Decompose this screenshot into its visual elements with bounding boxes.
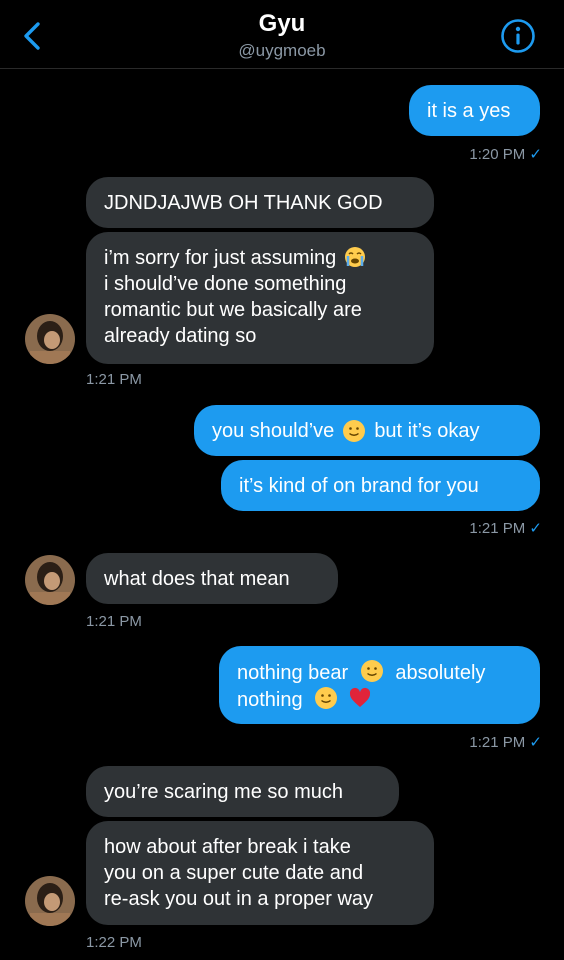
info-icon[interactable] [500, 18, 536, 54]
read-check-icon: ✓ [529, 734, 542, 751]
incoming-message[interactable]: JDNDJAJWB OH THANK GOD [86, 177, 434, 228]
message-text-line: romantic but we basically are [104, 299, 362, 321]
message-timestamp: 1:22 PM [86, 934, 142, 951]
avatar[interactable] [25, 876, 75, 926]
message-text: you should’ve [212, 419, 335, 442]
conversation-handle: @uygmoeb [238, 41, 326, 60]
message-text-line: re-ask you out in a proper way [104, 888, 374, 910]
avatar[interactable] [25, 314, 75, 364]
outgoing-message[interactable]: it’s kind of on brand for you [221, 460, 540, 511]
message-text-line: you on a super cute date and [104, 862, 364, 884]
slightly-smiling-face-emoji [315, 687, 338, 709]
message-text-line: nothing bear [237, 662, 349, 684]
message-timestamp: 1:21 PM [86, 613, 142, 630]
message-text: JDNDJAJWB OH THANK GOD [104, 191, 383, 214]
message-text-line: absolutely [395, 662, 486, 684]
message-text-line: i should’ve done something [104, 273, 347, 295]
outgoing-message[interactable]: it is a yes [409, 85, 540, 136]
message-text-line: already dating so [104, 325, 257, 347]
message-text: what does that mean [104, 567, 290, 590]
outgoing-message[interactable]: you should’ve but it’s okay [194, 405, 540, 456]
outgoing-message[interactable]: nothing bear absolutely nothing [219, 646, 540, 724]
chat-header: Gyu @uygmoeb [0, 0, 564, 69]
conversation-title[interactable]: Gyu [0, 10, 564, 38]
incoming-message[interactable]: how about after break i take you on a su… [86, 821, 434, 925]
message-text-line: how about after break i take [104, 836, 351, 858]
message-timestamp: 1:21 PM ✓ [469, 520, 542, 537]
message-text: it’s kind of on brand for you [239, 474, 479, 497]
read-check-icon: ✓ [529, 146, 542, 163]
message-text-line: i’m sorry for just assuming [104, 247, 337, 269]
slightly-smiling-face-emoji [360, 660, 383, 682]
incoming-message[interactable]: i’m sorry for just assuming i should’ve … [86, 232, 434, 364]
read-check-icon: ✓ [529, 520, 542, 537]
message-text: it is a yes [427, 99, 511, 122]
message-text: you’re scaring me so much [104, 780, 343, 803]
message-timestamp: 1:20 PM ✓ [469, 146, 542, 163]
message-text-line: nothing [237, 689, 303, 711]
loudly-crying-face-emoji [344, 247, 365, 267]
slightly-smiling-face-emoji [343, 419, 366, 442]
red-heart-emoji [349, 687, 370, 707]
avatar[interactable] [25, 555, 75, 605]
incoming-message[interactable]: you’re scaring me so much [86, 766, 399, 817]
incoming-message[interactable]: what does that mean [86, 553, 338, 604]
message-timestamp: 1:21 PM [86, 371, 142, 388]
message-text: but it’s okay [374, 419, 480, 442]
message-timestamp: 1:21 PM ✓ [469, 734, 542, 751]
